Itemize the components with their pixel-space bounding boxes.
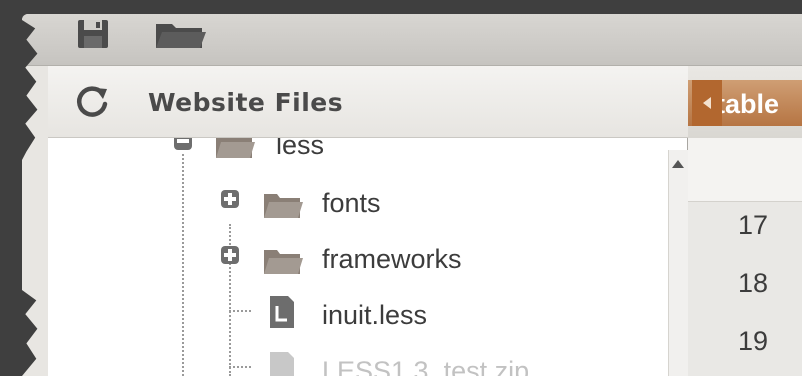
tree-item-label: inuit.less <box>322 300 428 330</box>
panel-title: Website Files <box>148 88 344 117</box>
tree-item-label: fonts <box>322 188 381 218</box>
open-folder-button[interactable] <box>152 18 206 52</box>
scroll-up-arrow-icon[interactable] <box>672 160 684 168</box>
file-tree: less fonts frameworks inuit.less LESS1.3… <box>48 138 648 376</box>
tree-item-label: frameworks <box>322 244 462 274</box>
folder-icon <box>264 194 303 218</box>
toolbar <box>22 14 802 66</box>
save-button[interactable] <box>72 18 116 52</box>
tree-connector <box>182 154 184 376</box>
tree-item-label: LESS1.3_test.zip <box>322 356 530 376</box>
app-window: Website Files less fonts frameworks inui… <box>22 14 802 376</box>
folder-open-icon <box>156 24 206 48</box>
vertical-scrollbar[interactable] <box>668 150 688 376</box>
refresh-button[interactable] <box>74 84 110 120</box>
tab-scroll-left-icon[interactable] <box>692 80 722 126</box>
tree-item-label: less <box>276 138 325 160</box>
panel-header: Website Files <box>48 66 688 138</box>
tree-connector <box>229 366 251 368</box>
expand-toggle[interactable] <box>221 190 239 208</box>
folder-icon <box>216 138 255 158</box>
file-icon <box>270 352 294 376</box>
collapse-toggle[interactable] <box>174 138 192 150</box>
file-icon <box>270 296 294 328</box>
tree-connector <box>229 310 251 312</box>
editor-area: table 17 18 19 <box>688 66 802 376</box>
line-number: 17 <box>738 210 769 240</box>
tab-label: table <box>716 89 780 119</box>
folder-icon <box>264 250 303 274</box>
line-number: 18 <box>738 268 769 298</box>
editor-header <box>688 138 802 202</box>
file-browser-panel: Website Files less fonts frameworks inui… <box>48 66 688 376</box>
line-number-gutter: 17 18 19 <box>688 202 802 376</box>
tab-table[interactable]: table <box>688 80 802 126</box>
editor-tab-bar: table <box>688 66 802 138</box>
line-number: 19 <box>738 326 769 356</box>
save-icon <box>78 20 108 48</box>
expand-toggle[interactable] <box>221 246 239 264</box>
refresh-icon <box>76 86 108 117</box>
